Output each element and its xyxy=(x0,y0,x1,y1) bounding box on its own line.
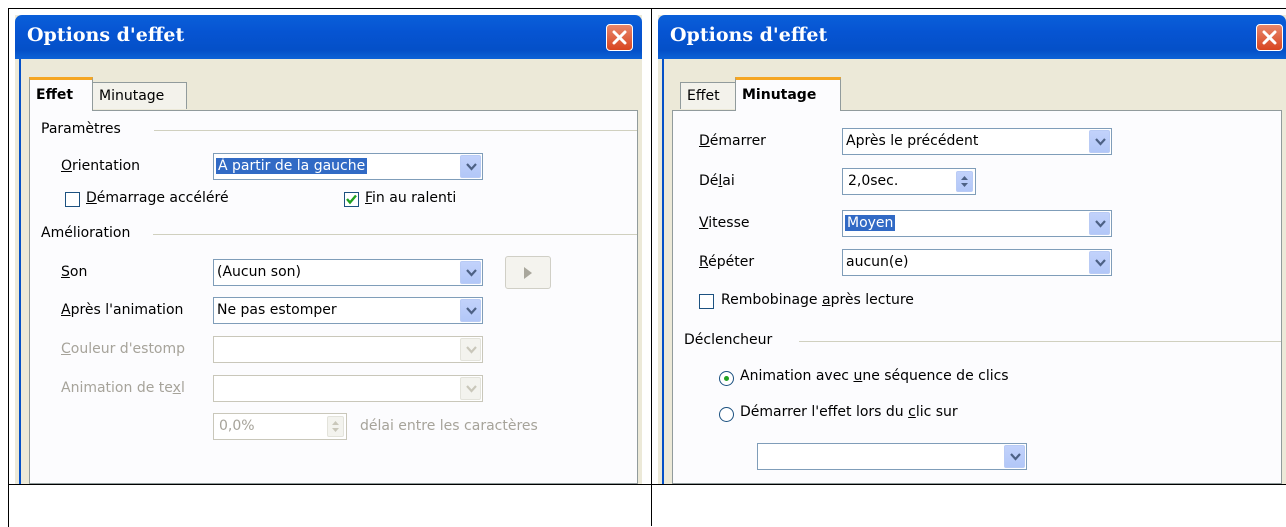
text-animation-label: Animation de texl xyxy=(61,380,185,396)
row-divider xyxy=(8,484,1286,485)
tab-effet[interactable]: Effet xyxy=(680,82,736,109)
radio-click-sequence[interactable] xyxy=(719,371,734,386)
repeat-select[interactable]: aucun(e) xyxy=(842,249,1112,276)
dropdown-button[interactable] xyxy=(1089,130,1110,153)
group-separator xyxy=(153,234,637,235)
radio-dot xyxy=(724,376,729,381)
orientation-value: À partir de la gauche xyxy=(216,158,368,174)
dropdown-button[interactable] xyxy=(460,299,481,322)
chevron-down-icon xyxy=(1095,259,1106,267)
play-sound-button[interactable] xyxy=(505,256,551,289)
dropdown-button[interactable] xyxy=(460,155,481,178)
dim-color-select[interactable] xyxy=(213,336,483,363)
delay-label: Délai xyxy=(699,173,735,189)
sound-select[interactable]: (Aucun son) xyxy=(213,259,483,286)
char-delay-value: 0,0% xyxy=(219,418,255,434)
char-delay-spinner[interactable]: 0,0% xyxy=(213,413,347,440)
sound-label: Son xyxy=(61,264,88,280)
speed-value: Moyen xyxy=(845,215,896,231)
tab-label: Effet xyxy=(36,87,74,103)
effect-options-dialog: Options d'effet Effet Minutage Paramètre… xyxy=(15,15,642,484)
start-label: Démarrer xyxy=(699,133,766,149)
chevron-down-icon xyxy=(466,385,477,393)
radio-on-click[interactable] xyxy=(719,407,734,422)
group-parametres: Paramètres xyxy=(41,121,121,137)
group-separator xyxy=(154,130,637,131)
chevron-down-icon xyxy=(466,307,477,315)
play-icon xyxy=(524,267,532,279)
title-bar: Options d'effet xyxy=(658,15,1286,59)
dialog-title: Options d'effet xyxy=(27,24,185,46)
orientation-label: Orientation xyxy=(61,158,141,174)
tab-label: Effet xyxy=(687,88,720,104)
dropdown-button[interactable] xyxy=(1089,251,1110,274)
spin-button[interactable] xyxy=(956,171,973,192)
after-animation-select[interactable]: Ne pas estomper xyxy=(213,297,483,324)
radio-on-click-label: Démarrer l'effet lors du clic sur xyxy=(740,404,958,420)
close-icon xyxy=(612,30,627,45)
spin-updown-icon xyxy=(961,176,968,187)
delay-spinner[interactable]: 2,0sec. xyxy=(842,168,976,195)
column-divider xyxy=(651,8,652,526)
after-animation-value: Ne pas estomper xyxy=(217,302,337,318)
radio-click-sequence-label: Animation avec une séquence de clics xyxy=(740,368,1009,384)
check-icon xyxy=(346,194,357,205)
effect-options-dialog: Options d'effet Effet Minutage Démarrer … xyxy=(658,15,1286,484)
tab-label: Minutage xyxy=(99,88,165,104)
group-declencheur: Déclencheur xyxy=(684,332,773,348)
chevron-down-icon xyxy=(1010,453,1021,461)
sound-value: (Aucun son) xyxy=(217,264,301,280)
char-delay-label: délai entre les caractères xyxy=(360,418,538,434)
dialog-body: Effet Minutage Démarrer Après le précéde… xyxy=(662,59,1286,484)
dropdown-button[interactable] xyxy=(460,377,481,400)
start-value: Après le précédent xyxy=(846,133,979,149)
right-dialog-screenshot: Options d'effet Effet Minutage Démarrer … xyxy=(658,15,1286,484)
spin-button[interactable] xyxy=(327,416,344,437)
repeat-label: Répéter xyxy=(699,254,755,270)
text-animation-select[interactable] xyxy=(213,375,483,402)
chevron-down-icon xyxy=(466,346,477,354)
chevron-down-icon xyxy=(466,269,477,277)
close-button[interactable] xyxy=(606,24,633,51)
delay-value: 2,0sec. xyxy=(848,173,899,189)
dialog-title: Options d'effet xyxy=(670,24,828,46)
rewind-label: Rembobinage après lecture xyxy=(721,292,914,308)
chevron-down-icon xyxy=(1095,220,1106,228)
spin-updown-icon xyxy=(332,421,339,432)
dropdown-button[interactable] xyxy=(460,261,481,284)
speed-select[interactable]: Moyen xyxy=(842,210,1112,237)
slow-end-label: Fin au ralenti xyxy=(365,190,457,206)
dim-color-label: Couleur d'estomp xyxy=(61,341,186,357)
dropdown-button[interactable] xyxy=(1004,445,1025,468)
tab-label: Minutage xyxy=(742,87,817,103)
chevron-down-icon xyxy=(1095,138,1106,146)
repeat-value: aucun(e) xyxy=(846,254,909,270)
tab-minutage[interactable]: Minutage xyxy=(735,77,841,111)
tab-page-minutage: Démarrer Après le précédent Délai 2,0sec… xyxy=(672,110,1282,484)
start-select[interactable]: Après le précédent xyxy=(842,128,1112,155)
tab-minutage[interactable]: Minutage xyxy=(92,82,187,109)
group-amelioration: Amélioration xyxy=(41,225,131,241)
shape-select[interactable] xyxy=(757,443,1027,470)
accel-start-label: Démarrage accéléré xyxy=(86,190,229,206)
dialog-body: Effet Minutage Paramètres Orientation À … xyxy=(19,59,642,484)
title-bar: Options d'effet xyxy=(15,15,642,59)
close-icon xyxy=(1262,30,1277,45)
rewind-checkbox[interactable] xyxy=(699,294,714,309)
speed-label: Vitesse xyxy=(699,215,750,231)
group-separator xyxy=(799,341,1281,342)
chevron-down-icon xyxy=(466,163,477,171)
accel-start-checkbox[interactable] xyxy=(65,192,80,207)
dropdown-button[interactable] xyxy=(1089,212,1110,235)
slow-end-checkbox[interactable] xyxy=(344,192,359,207)
orientation-select[interactable]: À partir de la gauche xyxy=(213,153,483,180)
dropdown-button[interactable] xyxy=(460,338,481,361)
after-animation-label: Après l'animation xyxy=(61,302,184,318)
tab-page-effet: Paramètres Orientation À partir de la ga… xyxy=(29,110,638,484)
left-dialog-screenshot: Options d'effet Effet Minutage Paramètre… xyxy=(15,15,642,484)
tab-effet[interactable]: Effet xyxy=(29,77,93,111)
close-button[interactable] xyxy=(1256,24,1283,51)
